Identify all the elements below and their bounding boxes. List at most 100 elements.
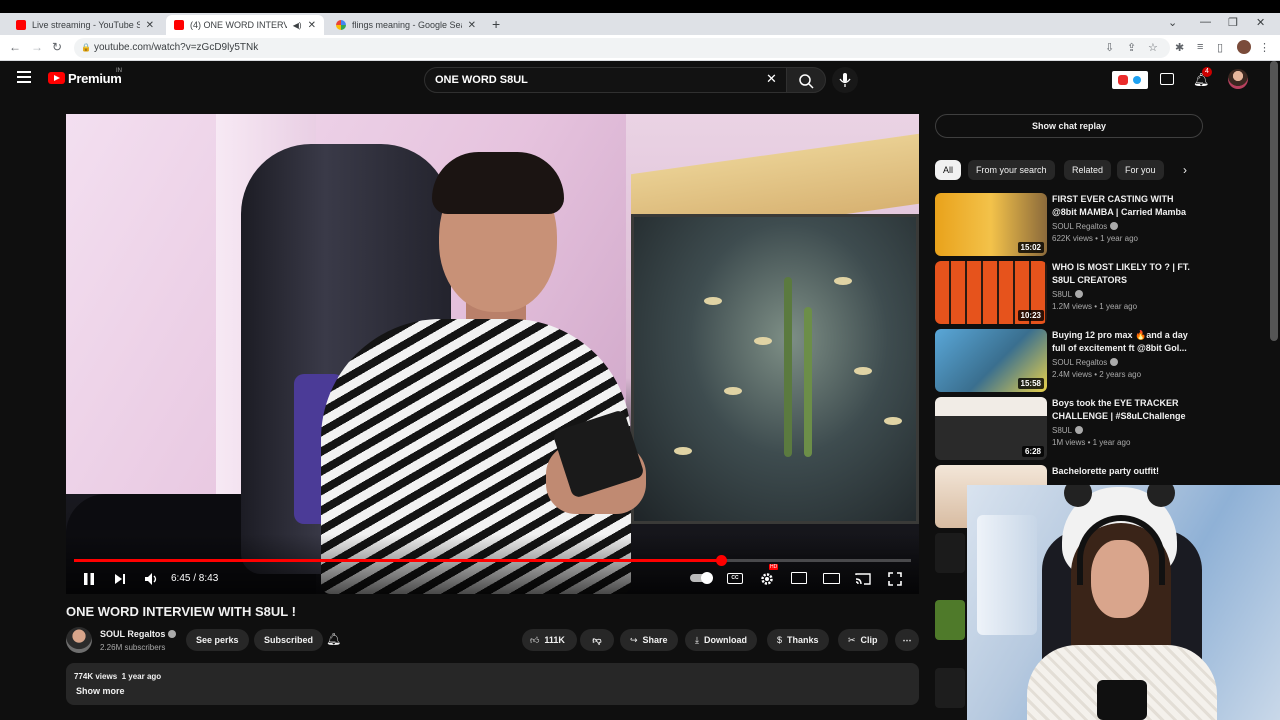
chip-all[interactable]: All [935, 160, 962, 180]
rec-views: 1.2M views [1052, 302, 1093, 311]
tab-current-video[interactable]: (4) ONE WORD INTERVIEW \ ◀) ✕ [166, 15, 324, 35]
recommendation-thumbnail-partial[interactable] [935, 533, 965, 573]
duration-badge: 10:23 [1017, 310, 1044, 321]
url-text: youtube.com/watch?v=zGcD9ly5TNk [94, 42, 259, 53]
download-button[interactable]: ⤓ Download [685, 629, 757, 651]
video-thumbnail[interactable]: 15:58 [935, 329, 1047, 392]
share-label: Share [642, 635, 668, 645]
close-tab-icon[interactable]: ✕ [146, 20, 154, 31]
miniplayer-icon[interactable] [791, 572, 807, 584]
autoplay-toggle[interactable] [690, 572, 713, 584]
recommendation-title[interactable]: Buying 12 pro max 🔥and a day full of exc… [1052, 329, 1192, 355]
recommendation-thumbnail-partial[interactable] [935, 668, 965, 708]
youtube-premium-logo[interactable]: Premium [68, 71, 122, 86]
rec-age: 1 year ago [1092, 438, 1131, 447]
more-options-icon[interactable]: ⋮ [1259, 41, 1270, 54]
progress-bar[interactable] [74, 555, 911, 566]
show-more-link[interactable]: Show more [76, 686, 125, 696]
recommendation-title[interactable]: Bachelorette party outfit! [1052, 465, 1192, 478]
url-field[interactable]: 🔒 youtube.com/watch?v=zGcD9ly5TNk [74, 38, 1170, 58]
extension-badge[interactable] [1112, 71, 1148, 89]
recommendation-title[interactable]: WHO IS MOST LIKELY TO ? | FT. S8UL CREAT… [1052, 261, 1192, 287]
fullscreen-icon[interactable] [888, 572, 902, 586]
extensions-icon[interactable]: ✱ [1175, 41, 1184, 54]
media-control-icon[interactable]: ≡ [1197, 41, 1203, 53]
recommendation-title[interactable]: Boys took the EYE TRACKER CHALLENGE | #S… [1052, 397, 1192, 423]
notification-bell-icon[interactable]: 🔔︎ [326, 632, 341, 646]
reload-icon[interactable]: ↻ [52, 40, 62, 54]
view-metadata: 774K views 1 year ago [74, 672, 161, 681]
recommendation-item[interactable]: 6:28 Boys took the EYE TRACKER CHALLENGE… [935, 397, 1205, 461]
chip-for-you[interactable]: For you [1117, 160, 1164, 180]
channel-name[interactable]: SOUL Regaltos [100, 629, 177, 639]
dislike-button[interactable]: 👎︎ [580, 629, 614, 651]
profile-avatar-icon[interactable] [1237, 40, 1251, 54]
tab-google-search[interactable]: flings meaning - Google Search ✕ [328, 15, 484, 35]
recommendation-channel[interactable]: S8UL [1052, 290, 1084, 299]
clip-button[interactable]: ✂ Clip [838, 629, 888, 651]
tab-youtube-studio[interactable]: Live streaming - YouTube Studio ✕ [8, 15, 162, 35]
bookmark-star-icon[interactable]: ☆ [1148, 41, 1158, 54]
chip-from-your-search[interactable]: From your search [968, 160, 1055, 180]
like-button[interactable]: 👍︎ 111K [522, 629, 577, 651]
hamburger-menu-icon[interactable] [17, 71, 31, 83]
create-video-icon[interactable] [1160, 73, 1174, 85]
back-icon[interactable]: ← [9, 40, 21, 54]
subscribed-button[interactable]: Subscribed [254, 629, 324, 651]
search-button[interactable] [786, 67, 826, 93]
share-page-icon[interactable]: ⇪ [1127, 41, 1136, 54]
clear-search-icon[interactable]: ✕ [766, 71, 777, 87]
voice-search-button[interactable] [832, 67, 858, 93]
page-scrollbar[interactable] [1270, 61, 1278, 341]
share-button[interactable]: ↪ Share [620, 629, 678, 651]
recommendation-item[interactable]: 15:02 FIRST EVER CASTING WITH @8bit MAMB… [935, 193, 1205, 257]
channel-avatar[interactable] [66, 627, 92, 653]
side-panel-icon[interactable]: ▯ [1217, 41, 1223, 54]
recommendation-title[interactable]: FIRST EVER CASTING WITH @8bit MAMBA | Ca… [1052, 193, 1192, 219]
recommendation-channel[interactable]: SOUL Regaltos [1052, 358, 1119, 367]
channel-text: S8UL [1052, 426, 1073, 435]
recommendation-item[interactable]: 15:58 Buying 12 pro max 🔥and a day full … [935, 329, 1205, 393]
subtitles-icon[interactable]: CC [727, 573, 743, 584]
fish [854, 367, 872, 375]
video-thumbnail[interactable]: 10:23 [935, 261, 1047, 324]
minimize-icon[interactable]: — [1200, 16, 1211, 28]
new-tab-icon[interactable]: + [492, 16, 500, 32]
description-box[interactable]: 774K views 1 year ago Show more [66, 663, 919, 705]
install-icon[interactable]: ⇩ [1105, 41, 1114, 54]
close-tab-icon[interactable]: ✕ [468, 20, 476, 31]
lock-icon: 🔒 [81, 43, 91, 52]
volume-icon[interactable] [144, 572, 160, 586]
youtube-logo-icon[interactable] [48, 72, 65, 84]
close-tab-icon[interactable]: ✕ [308, 20, 316, 31]
maximize-icon[interactable]: ❐ [1228, 16, 1238, 29]
scrubber-handle[interactable] [716, 555, 727, 566]
account-avatar[interactable] [1228, 69, 1248, 89]
hd-badge: HD [769, 564, 779, 570]
video-thumbnail[interactable]: 15:02 [935, 193, 1047, 256]
recommendation-item[interactable]: 10:23 WHO IS MOST LIKELY TO ? | FT. S8UL… [935, 261, 1205, 325]
pause-icon[interactable] [82, 572, 96, 586]
chevron-right-icon[interactable]: › [1183, 163, 1187, 177]
recommendation-thumbnail-partial[interactable] [935, 600, 965, 640]
search-input[interactable]: ONE WORD S8UL [424, 67, 790, 93]
more-actions-button[interactable]: ⋯ [895, 629, 919, 651]
video-player[interactable]: 6:45 / 8:43 CC HD [66, 114, 919, 594]
audio-playing-icon[interactable]: ◀) [293, 21, 302, 30]
chip-related[interactable]: Related [1064, 160, 1112, 180]
theater-mode-icon[interactable] [823, 573, 840, 584]
next-video-icon[interactable] [113, 572, 127, 586]
recommendation-channel[interactable]: SOUL Regaltos [1052, 222, 1119, 231]
forward-icon[interactable]: → [31, 40, 43, 54]
cast-icon[interactable] [855, 572, 871, 586]
tab-search-icon[interactable]: ⌄ [1168, 16, 1177, 29]
thanks-button[interactable]: $ Thanks [767, 629, 829, 651]
close-window-icon[interactable]: ✕ [1256, 16, 1265, 29]
settings-gear-icon[interactable] [760, 572, 774, 586]
see-perks-button[interactable]: See perks [186, 629, 249, 651]
show-chat-replay-button[interactable]: Show chat replay [935, 114, 1203, 138]
video-thumbnail[interactable]: 6:28 [935, 397, 1047, 460]
more-horizontal-icon: ⋯ [902, 635, 912, 645]
notification-count-badge: 4 [1202, 67, 1212, 77]
recommendation-channel[interactable]: S8UL [1052, 426, 1084, 435]
